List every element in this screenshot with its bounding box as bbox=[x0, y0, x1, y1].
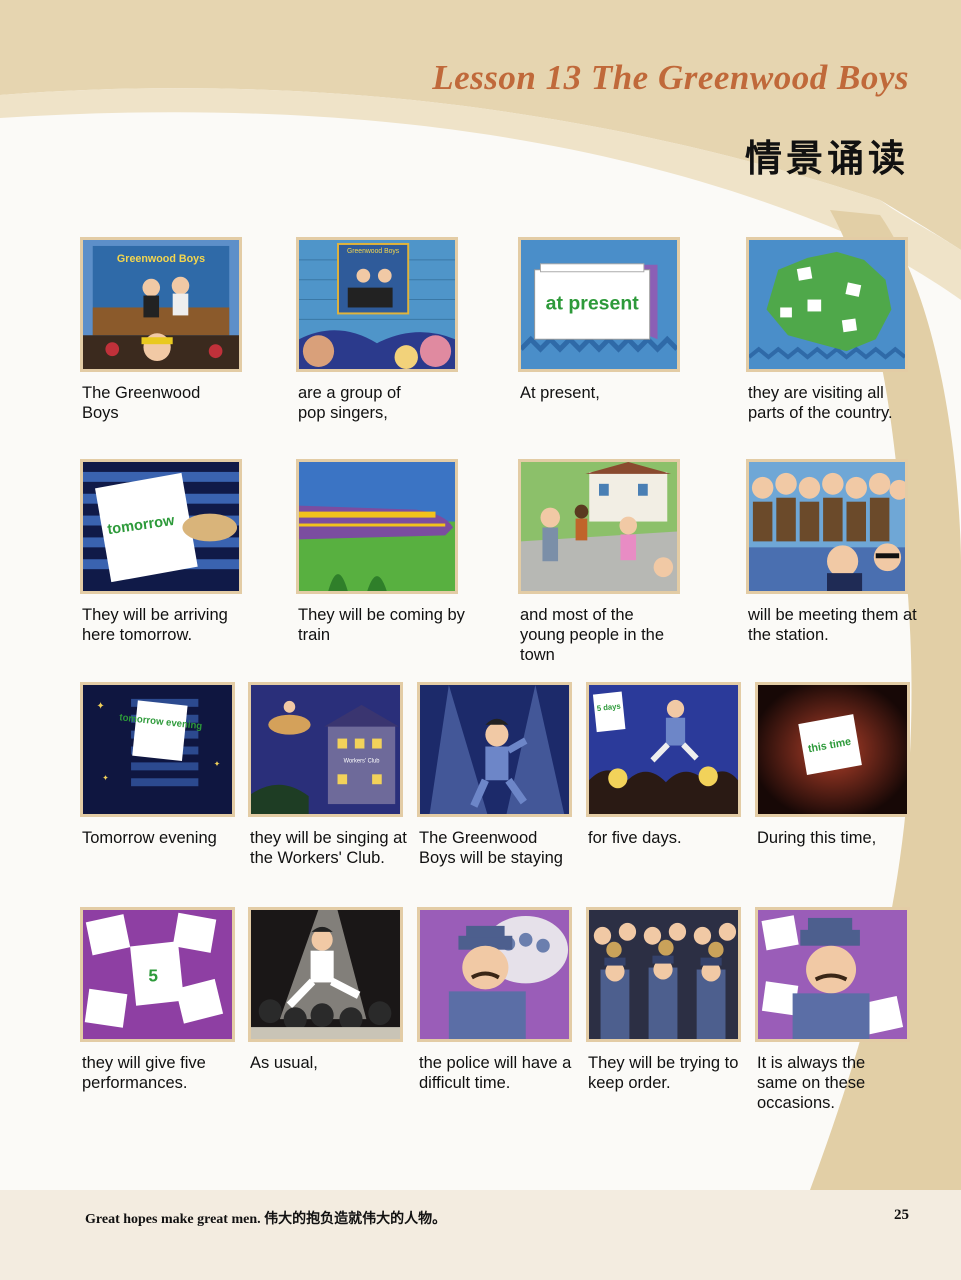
singer-icon bbox=[417, 682, 572, 817]
story-panel: They will be trying to keep order. bbox=[586, 907, 741, 1097]
panel-caption: The Greenwood Boys bbox=[82, 384, 201, 422]
panel-caption: They will be arriving here tomorrow. bbox=[82, 606, 228, 644]
poster-text: Greenwood Boys bbox=[117, 253, 205, 265]
panel-caption: As usual, bbox=[250, 1054, 318, 1072]
svg-text:✦: ✦ bbox=[214, 759, 221, 768]
story-panel: they are visiting all parts of the count… bbox=[746, 237, 908, 422]
club-sign-text: Workers' Club bbox=[344, 758, 381, 764]
story-panel: this time During this time, bbox=[755, 682, 910, 872]
panel-caption: They will be coming by train bbox=[298, 606, 465, 644]
panel-caption: and most of the young people in the town bbox=[520, 606, 665, 664]
singer-icon bbox=[248, 907, 403, 1042]
panel-caption: for five days. bbox=[588, 829, 682, 847]
panel-caption: are a group of pop singers, bbox=[298, 384, 401, 422]
panel-caption: The Greenwood Boys will be staying bbox=[419, 829, 563, 867]
panel-caption: they will be singing at the Workers' Clu… bbox=[250, 829, 407, 867]
band-billboard-icon: Greenwood Boys bbox=[296, 237, 458, 372]
calendar-icon: 5 days bbox=[586, 682, 741, 817]
story-panel: Greenwood Boys The Greenwood Boys bbox=[80, 237, 242, 422]
map-icon bbox=[746, 237, 908, 372]
calendar-text: 5 bbox=[148, 965, 158, 985]
story-panel: tomorrow evening ✦ ✦ ✦ Tomorrow evening bbox=[80, 682, 235, 872]
crowd-icon bbox=[746, 459, 908, 594]
story-panel: The Greenwood Boys will be staying bbox=[417, 682, 572, 892]
story-panel: 5 days for five days. bbox=[586, 682, 741, 872]
story-panel: 5 they will give five performances. bbox=[80, 907, 235, 1097]
calendar-icon: this time bbox=[755, 682, 910, 817]
town-people-icon bbox=[518, 459, 680, 594]
billboard-text: Greenwood Boys bbox=[347, 248, 400, 255]
story-panel: They will be coming by train bbox=[296, 459, 465, 649]
lesson-title: Lesson 13 The Greenwood Boys bbox=[432, 58, 909, 97]
calendar-text: at present bbox=[546, 292, 640, 314]
panel-caption: will be meeting them at the station. bbox=[748, 606, 917, 644]
panel-caption: During this time, bbox=[757, 829, 877, 847]
panel-caption: Tomorrow evening bbox=[82, 829, 217, 847]
story-panel: at present At present, bbox=[518, 237, 680, 407]
calendar-icon: tomorrow bbox=[80, 459, 242, 594]
story-panel: Greenwood Boys are a group of pop singer… bbox=[296, 237, 458, 422]
band-poster-icon: Greenwood Boys bbox=[80, 237, 242, 372]
story-panel: will be meeting them at the station. bbox=[746, 459, 917, 649]
panel-caption: they will give five performances. bbox=[82, 1054, 206, 1092]
svg-text:✦: ✦ bbox=[102, 773, 109, 782]
panel-caption: At present, bbox=[520, 384, 600, 402]
page-number: 25 bbox=[894, 1207, 909, 1223]
svg-text:✦: ✦ bbox=[96, 701, 104, 712]
police-icon bbox=[417, 907, 572, 1042]
panel-caption: It is always the same on these occasions… bbox=[757, 1054, 866, 1112]
police-line-icon bbox=[586, 907, 741, 1042]
story-panel: and most of the young people in the town bbox=[518, 459, 680, 669]
section-title: 情景诵读 bbox=[745, 137, 909, 180]
story-panel: the police will have a difficult time. bbox=[417, 907, 572, 1097]
club-building-icon: Workers' Club bbox=[248, 682, 403, 817]
story-panel: As usual, bbox=[248, 907, 403, 1097]
calendar-icon: at present bbox=[518, 237, 680, 372]
footer-motto: Great hopes make great men. 伟大的抱负造就伟大的人物… bbox=[85, 1212, 447, 1227]
train-icon bbox=[296, 459, 458, 594]
calendar-icon: tomorrow evening ✦ ✦ ✦ bbox=[80, 682, 235, 817]
photos-icon: 5 bbox=[80, 907, 235, 1042]
story-panel: tomorrow They will be arriving here tomo… bbox=[80, 459, 242, 649]
story-panel: It is always the same on these occasions… bbox=[755, 907, 910, 1117]
story-panel: Workers' Club they will be singing at th… bbox=[248, 682, 407, 892]
panel-caption: They will be trying to keep order. bbox=[588, 1054, 739, 1092]
panel-caption: the police will have a difficult time. bbox=[419, 1054, 572, 1092]
panel-caption: they are visiting all parts of the count… bbox=[748, 384, 893, 422]
police-icon bbox=[755, 907, 910, 1042]
